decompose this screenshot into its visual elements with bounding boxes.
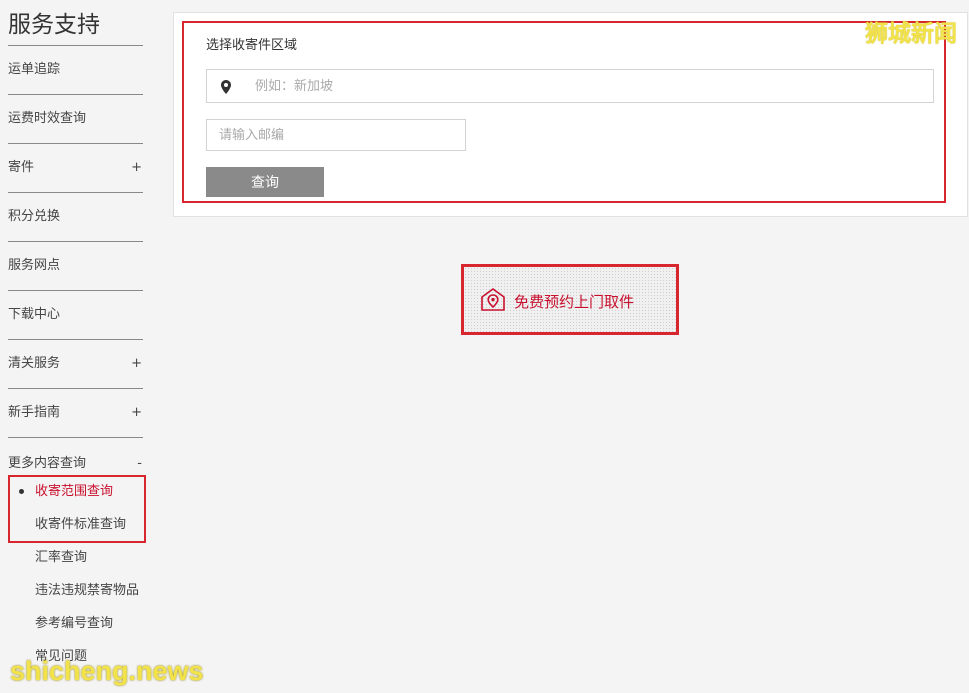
sidebar-item-label: 服务网点 bbox=[8, 258, 61, 273]
sidebar-item-label: 清关服务 bbox=[8, 356, 61, 371]
sidebar-item-guide[interactable]: 新手指南 + bbox=[8, 389, 143, 438]
sidebar-item-label: 寄件 bbox=[8, 160, 35, 175]
sub-item-label: 参考编号查询 bbox=[35, 616, 114, 631]
sidebar-item-label: 下载中心 bbox=[8, 307, 61, 322]
sidebar-item-downloads[interactable]: 下载中心 bbox=[8, 291, 143, 340]
home-location-icon bbox=[481, 288, 505, 311]
region-field[interactable] bbox=[206, 69, 934, 103]
pickup-label: 免费预约上门取件 bbox=[514, 293, 635, 311]
sidebar-item-rate-query[interactable]: 运费时效查询 bbox=[8, 95, 143, 144]
sidebar-title: 服务支持 bbox=[8, 0, 143, 46]
sub-item-label: 违法违规禁寄物品 bbox=[35, 583, 140, 598]
sidebar-item-label: 运费时效查询 bbox=[8, 111, 87, 126]
sub-item-label: 汇率查询 bbox=[35, 550, 88, 565]
sub-item-range-query[interactable]: 收寄范围查询 bbox=[8, 475, 143, 508]
sub-item-exchange-rate[interactable]: 汇率查询 bbox=[8, 541, 143, 574]
sidebar-item-label: 积分兑换 bbox=[8, 209, 61, 224]
region-input[interactable] bbox=[255, 70, 915, 102]
watermark-logo-text: 狮城新闻 bbox=[865, 21, 957, 47]
sidebar-item-send[interactable]: 寄件 + bbox=[8, 144, 143, 193]
query-button[interactable]: 查询 bbox=[206, 167, 324, 197]
sidebar-item-label: 更多内容查询 bbox=[8, 456, 87, 471]
expand-toggle[interactable]: + bbox=[131, 389, 142, 437]
sidebar-item-label: 运单追踪 bbox=[8, 62, 61, 77]
sub-item-label: 收寄件标准查询 bbox=[35, 517, 127, 532]
free-pickup-button[interactable]: 免费预约上门取件 bbox=[461, 264, 679, 335]
sidebar-item-customs[interactable]: 清关服务 + bbox=[8, 340, 143, 389]
sub-item-prohibited-items[interactable]: 违法违规禁寄物品 bbox=[8, 574, 143, 607]
sidebar-item-label: 新手指南 bbox=[8, 405, 61, 420]
watermark-site-text: shicheng.news bbox=[10, 656, 204, 686]
section-title: 选择收寄件区域 bbox=[206, 38, 298, 53]
expand-toggle[interactable]: + bbox=[131, 144, 142, 192]
postal-code-input[interactable] bbox=[206, 119, 466, 151]
sidebar-item-service-points[interactable]: 服务网点 bbox=[8, 242, 143, 291]
sidebar-sub-list: 收寄范围查询 收寄件标准查询 汇率查询 违法违规禁寄物品 参考编号查询 常见问题 bbox=[8, 475, 146, 673]
expand-toggle[interactable]: + bbox=[131, 340, 142, 388]
location-pin-icon bbox=[221, 80, 231, 94]
sidebar-item-tracking[interactable]: 运单追踪 bbox=[8, 46, 143, 95]
sub-item-standard-query[interactable]: 收寄件标准查询 bbox=[8, 508, 143, 541]
sidebar: 服务支持 运单追踪 运费时效查询 寄件 + 积分兑换 服务网点 下载中心 清关服… bbox=[8, 0, 146, 674]
sidebar-item-more[interactable]: 更多内容查询 - bbox=[8, 438, 143, 476]
region-query-card: 选择收寄件区域 查询 bbox=[173, 12, 968, 217]
sub-item-label: 收寄范围查询 bbox=[35, 484, 114, 499]
sub-item-reference-number[interactable]: 参考编号查询 bbox=[8, 607, 143, 640]
sidebar-item-points[interactable]: 积分兑换 bbox=[8, 193, 143, 242]
